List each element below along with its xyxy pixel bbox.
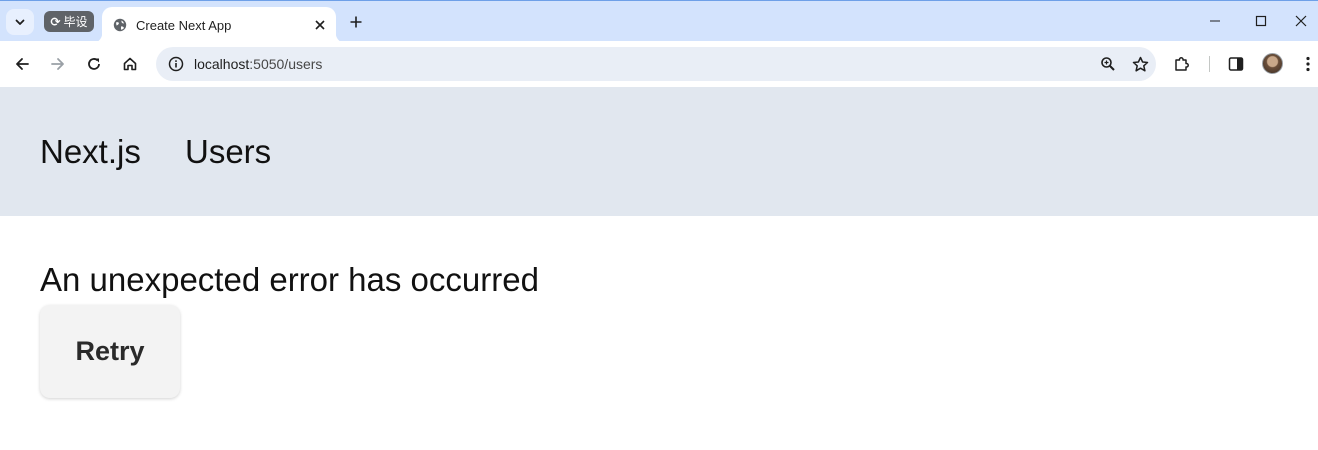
new-tab-button[interactable] [344,10,368,34]
minimize-icon [1210,20,1220,22]
maximize-button[interactable] [1238,5,1284,37]
bookmark-star-icon[interactable] [1124,47,1156,81]
globe-icon [112,17,128,33]
site-info-icon[interactable] [160,47,192,81]
forward-button[interactable] [44,50,72,78]
chevron-down-icon [15,19,25,25]
toolbar-divider [1209,56,1210,72]
back-button[interactable] [8,50,36,78]
profile-avatar[interactable] [1262,53,1283,74]
address-bar[interactable]: localhost:5050/users [156,47,1156,81]
plus-icon [350,16,362,28]
nav-users-link[interactable]: Users [185,133,271,171]
more-vert-icon [1306,56,1310,72]
close-icon [315,20,325,30]
url-path: :5050/users [249,56,323,72]
sync-icon: ⟳ [50,14,61,29]
reload-icon [88,58,100,70]
tab-group-label: 毕设 [63,15,88,29]
maximize-icon [1255,15,1267,27]
tab-title: Create Next App [136,17,232,33]
home-icon [123,57,137,71]
url-host: localhost [194,56,250,72]
menu-button[interactable] [1294,50,1318,78]
url-text: localhost:5050/users [192,56,1092,72]
zoom-icon[interactable] [1092,47,1124,81]
tab-strip: ⟳ 毕设 Create Next App [0,0,1318,43]
puzzle-icon [1175,57,1189,71]
close-icon [1295,15,1307,27]
retry-button[interactable]: Retry [40,305,180,398]
arrow-right-icon [51,58,64,70]
extensions-button[interactable] [1168,50,1196,78]
side-panel-icon [1228,57,1244,71]
arrow-left-icon [16,58,29,70]
error-message: An unexpected error has occurred [40,261,539,298]
browser-toolbar: localhost:5050/users [0,41,1318,87]
tab-active[interactable]: Create Next App [92,7,346,43]
tab-search-button[interactable] [6,9,34,35]
nav-brand-link[interactable]: Next.js [40,133,141,171]
tab-close-button[interactable] [310,15,330,35]
site-navbar: Next.js Users [0,87,1318,216]
home-button[interactable] [116,50,144,78]
close-window-button[interactable] [1284,5,1318,37]
minimize-button[interactable] [1192,5,1238,37]
side-panel-button[interactable] [1222,50,1250,78]
tab-group-chip[interactable]: ⟳ 毕设 [44,11,94,32]
reload-button[interactable] [80,50,108,78]
